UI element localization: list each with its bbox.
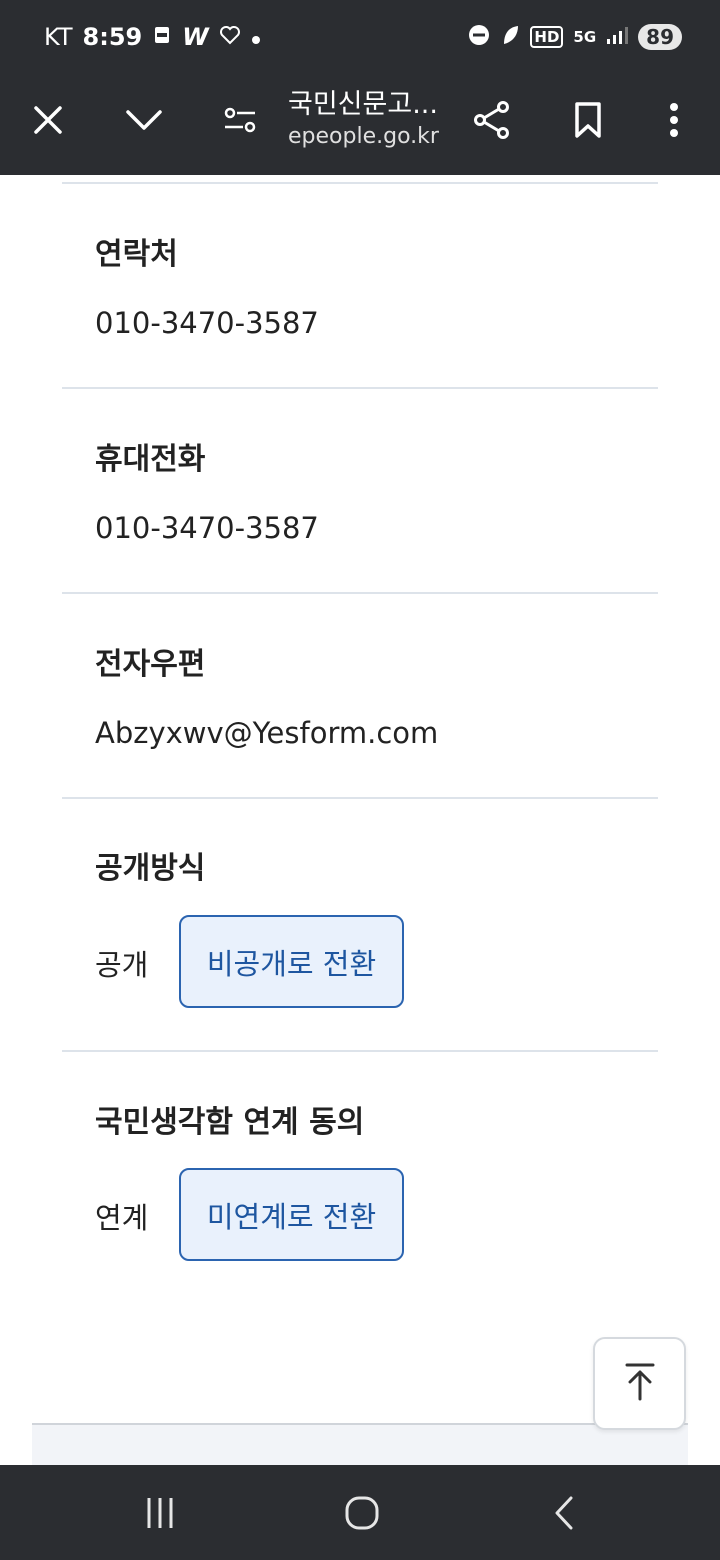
browser-toolbar: 국민신문고... epeople.go.kr (0, 72, 720, 175)
battery-indicator: 89 (638, 24, 682, 50)
page-url[interactable]: epeople.go.kr (288, 124, 439, 149)
mobile-label: 휴대전화 (95, 442, 206, 477)
linkage-label: 국민생각함 연계 동의 (95, 1105, 365, 1140)
status-bar: KT 8:59 W HD 5G 89 (0, 0, 720, 72)
heart-icon (219, 23, 241, 51)
app-notification-icon: W (182, 23, 209, 51)
close-icon[interactable] (24, 96, 72, 144)
page-title[interactable]: 국민신문고... (288, 82, 438, 121)
disclosure-value: 공개 (95, 948, 149, 982)
disclosure-label: 공개방식 (95, 851, 206, 886)
divider (62, 797, 658, 799)
do-not-disturb-icon (468, 24, 490, 50)
page-settings-icon[interactable] (216, 96, 264, 144)
dot-icon (251, 23, 261, 51)
clock: 8:59 (82, 23, 143, 51)
carrier-label: KT (44, 23, 73, 51)
scroll-to-top-button[interactable] (593, 1337, 686, 1430)
system-nav-bar (0, 1465, 720, 1560)
recent-apps-icon[interactable] (130, 1485, 190, 1541)
contact-label: 연락처 (95, 237, 178, 272)
share-icon[interactable] (468, 96, 516, 144)
back-icon[interactable] (534, 1485, 594, 1541)
unlink-button[interactable]: 미연계로 전환 (179, 1168, 404, 1261)
page-footer (32, 1423, 688, 1467)
divider (62, 592, 658, 594)
email-label: 전자우편 (95, 647, 206, 682)
network-type-icon: 5G (573, 28, 597, 46)
leaf-icon (500, 24, 520, 50)
chevron-down-icon[interactable] (120, 96, 168, 144)
more-options-icon[interactable] (650, 96, 698, 144)
pdf-notification-icon (152, 23, 172, 51)
email-value: Abzyxwv@Yesform.com (95, 716, 439, 750)
signal-icon (606, 25, 629, 49)
status-left: KT 8:59 W (44, 20, 261, 54)
divider (62, 1050, 658, 1052)
bookmark-icon[interactable] (564, 96, 612, 144)
make-private-button[interactable]: 비공개로 전환 (179, 915, 404, 1008)
mobile-value: 010-3470-3587 (95, 511, 319, 545)
divider (62, 387, 658, 389)
arrow-up-to-top-icon (624, 1362, 656, 1406)
status-right: HD 5G 89 (468, 20, 682, 54)
linkage-value: 연계 (95, 1201, 149, 1235)
divider (62, 182, 658, 184)
hd-voice-icon: HD (530, 26, 564, 48)
home-icon[interactable] (332, 1485, 392, 1541)
contact-value: 010-3470-3587 (95, 306, 319, 340)
